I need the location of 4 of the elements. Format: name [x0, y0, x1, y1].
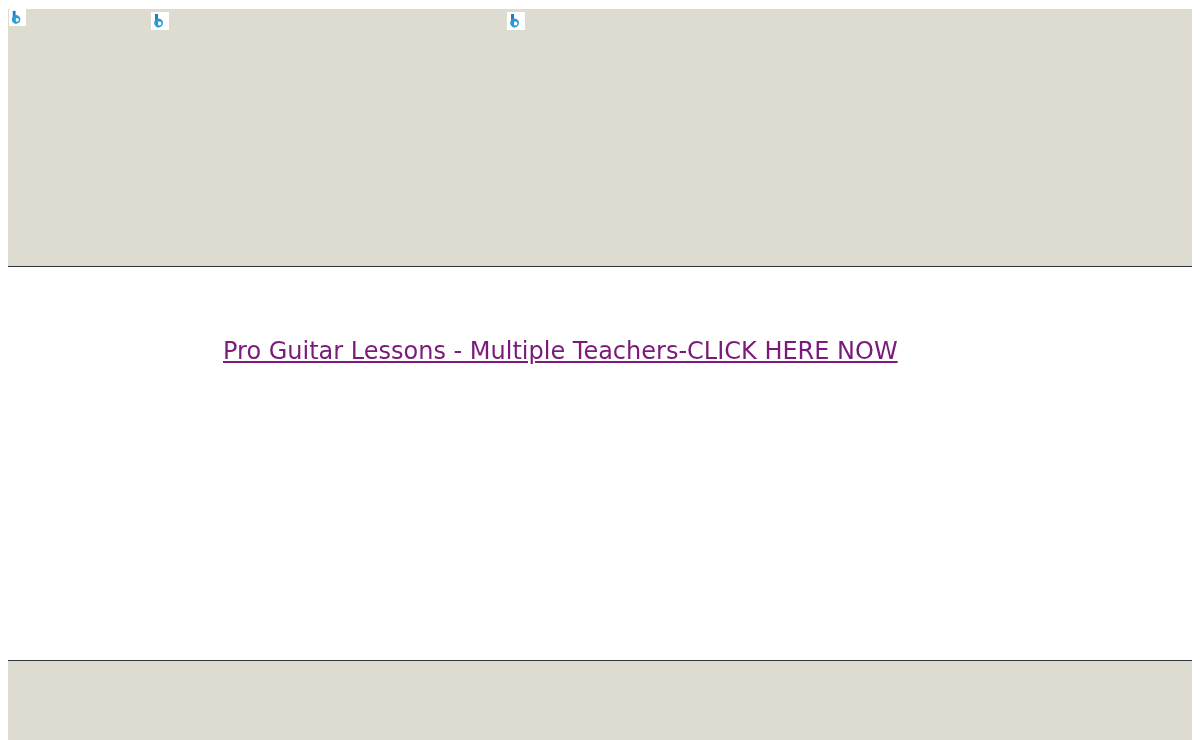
logo-icon[interactable] [151, 12, 169, 30]
ad-link[interactable]: Pro Guitar Lessons - Multiple Teachers-CLICK HERE NOW [223, 337, 898, 365]
logo-icon[interactable] [9, 9, 26, 26]
logo-icon[interactable] [507, 12, 525, 30]
